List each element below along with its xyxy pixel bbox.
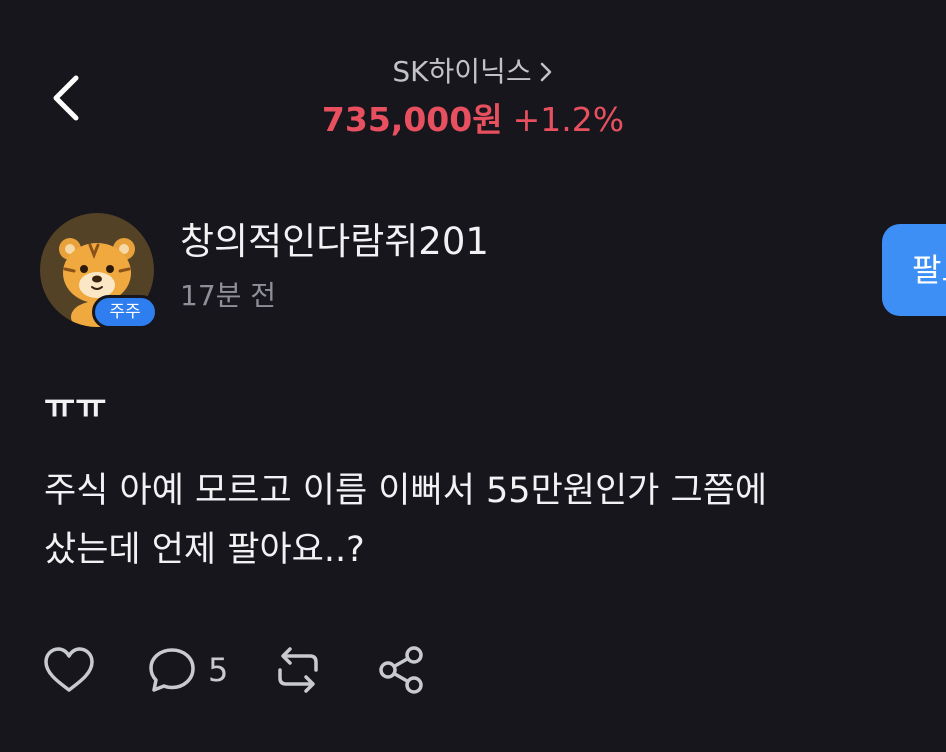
- post-body: 주식 아예 모르고 이름 이뻐서 55만원인가 그쯤에 샀는데 언제 팔아요..…: [44, 462, 934, 580]
- stock-name: SK하이닉스: [392, 55, 532, 88]
- action-bar: 5: [40, 640, 430, 700]
- share-icon: [379, 646, 424, 694]
- follow-button[interactable]: 팔로우: [882, 224, 946, 316]
- heart-icon: [44, 647, 94, 692]
- like-button[interactable]: [40, 641, 98, 699]
- stock-header: SK하이닉스 735,000원 +1.2%: [0, 52, 946, 144]
- stock-name-link[interactable]: SK하이닉스: [392, 52, 553, 92]
- comment-icon: [149, 648, 195, 692]
- post-title: ㅠㅠ: [44, 387, 107, 427]
- share-button[interactable]: [374, 642, 430, 698]
- author-name[interactable]: 창의적인다람쥐201: [180, 216, 489, 268]
- chevron-right-icon: [540, 62, 551, 82]
- comment-count: 5: [208, 651, 229, 689]
- shareholder-badge: 주주: [92, 295, 158, 329]
- price-row: 735,000원 +1.2%: [0, 96, 946, 144]
- comment-button[interactable]: 5: [144, 642, 228, 698]
- repost-button[interactable]: [268, 642, 328, 698]
- author-avatar-wrap[interactable]: 주주: [40, 213, 158, 331]
- post-body-line: 주식 아예 모르고 이름 이뻐서 55만원인가 그쯤에: [44, 471, 768, 511]
- price-change: +1.2%: [512, 100, 625, 139]
- stock-price: 735,000원: [321, 100, 503, 139]
- post-body-line: 샀는데 언제 팔아요..?: [44, 530, 365, 570]
- post-time: 17분 전: [180, 279, 277, 312]
- repost-icon: [278, 647, 319, 693]
